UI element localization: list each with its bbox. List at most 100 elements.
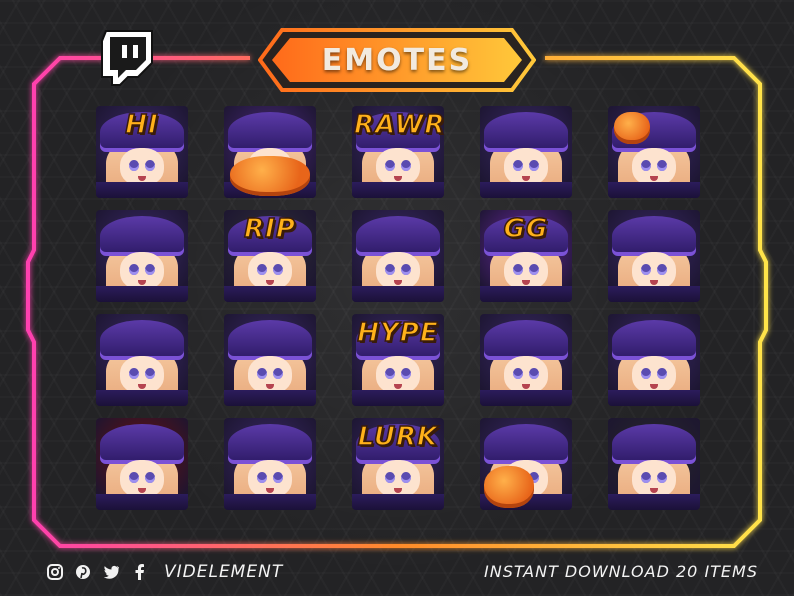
emote-eye bbox=[385, 264, 395, 275]
emote-eye bbox=[273, 368, 283, 379]
emote-eye bbox=[129, 264, 139, 275]
emote-cape bbox=[608, 286, 700, 302]
emote-gg[interactable]: GG bbox=[480, 210, 572, 302]
emote-rip[interactable]: RIP bbox=[224, 210, 316, 302]
emote-demon[interactable] bbox=[96, 418, 188, 510]
witch-hat-icon bbox=[612, 424, 696, 464]
emote-candy[interactable] bbox=[352, 210, 444, 302]
emote-eye bbox=[641, 368, 651, 379]
emote-cape bbox=[608, 390, 700, 406]
witch-hat-icon bbox=[484, 424, 568, 464]
witch-hat-icon bbox=[100, 320, 184, 360]
emote-door-peek[interactable] bbox=[224, 314, 316, 406]
emote-eye bbox=[145, 472, 155, 483]
emote-eye bbox=[657, 368, 667, 379]
witch-hat-icon bbox=[484, 320, 568, 360]
emote-eye bbox=[145, 368, 155, 379]
brand-name: VIDELEMENT bbox=[164, 562, 284, 582]
witch-hat-icon bbox=[228, 320, 312, 360]
emote-grid: HI RAWR RIP GG HYPE LURK bbox=[96, 106, 700, 510]
emote-eye bbox=[385, 472, 395, 483]
emote-hockey-mask[interactable] bbox=[96, 210, 188, 302]
emote-eye bbox=[513, 264, 523, 275]
instagram-icon[interactable] bbox=[46, 563, 64, 581]
emote-cape bbox=[480, 182, 572, 198]
emote-gift[interactable] bbox=[608, 210, 700, 302]
emote-cape bbox=[480, 286, 572, 302]
facebook-icon[interactable] bbox=[130, 563, 148, 581]
emote-cape bbox=[96, 182, 188, 198]
emote-eye bbox=[385, 160, 395, 171]
emote-eye bbox=[641, 264, 651, 275]
emote-eye bbox=[273, 472, 283, 483]
witch-hat-icon bbox=[356, 216, 440, 256]
emote-cape bbox=[352, 494, 444, 510]
emote-eye bbox=[145, 160, 155, 171]
emote-cape bbox=[608, 494, 700, 510]
emote-label: LURK bbox=[357, 421, 439, 453]
emote-hi[interactable]: HI bbox=[96, 106, 188, 198]
emote-eye bbox=[641, 160, 651, 171]
emote-eye bbox=[129, 472, 139, 483]
emote-lurk[interactable]: LURK bbox=[352, 418, 444, 510]
emote-scared[interactable] bbox=[480, 106, 572, 198]
pumpkin-icon bbox=[230, 156, 310, 196]
pumpkin-icon bbox=[614, 112, 650, 144]
witch-hat-icon bbox=[100, 216, 184, 256]
emote-eye bbox=[401, 264, 411, 275]
emote-eye bbox=[657, 160, 667, 171]
twitch-icon bbox=[98, 29, 156, 87]
twitter-icon[interactable] bbox=[102, 563, 120, 581]
emote-eye bbox=[129, 160, 139, 171]
emote-eye bbox=[401, 160, 411, 171]
emote-eye bbox=[129, 368, 139, 379]
emote-eye bbox=[257, 368, 267, 379]
emote-eye bbox=[657, 264, 667, 275]
pinterest-icon[interactable] bbox=[74, 563, 92, 581]
emote-eye bbox=[513, 368, 523, 379]
emote-cape bbox=[608, 182, 700, 198]
emote-label: RAWR bbox=[353, 109, 444, 141]
emote-eye bbox=[385, 368, 395, 379]
witch-hat-icon bbox=[612, 320, 696, 360]
emote-eye bbox=[273, 264, 283, 275]
witch-hat-icon bbox=[228, 424, 312, 464]
witch-hat-icon bbox=[612, 216, 696, 256]
emote-knife-heart[interactable] bbox=[480, 314, 572, 406]
emote-eye bbox=[145, 264, 155, 275]
emote-hype[interactable]: HYPE bbox=[352, 314, 444, 406]
emote-cape bbox=[224, 494, 316, 510]
emote-eye bbox=[401, 472, 411, 483]
witch-hat-icon bbox=[100, 424, 184, 464]
emote-cape bbox=[352, 390, 444, 406]
emote-cape bbox=[224, 286, 316, 302]
emote-rawr[interactable]: RAWR bbox=[352, 106, 444, 198]
emote-pumpkin-bucket[interactable] bbox=[480, 418, 572, 510]
emote-label: HYPE bbox=[357, 317, 439, 349]
emote-cape bbox=[96, 390, 188, 406]
emote-heart-pumpkin[interactable] bbox=[608, 106, 700, 198]
emote-stars[interactable] bbox=[608, 418, 700, 510]
emote-eye bbox=[657, 472, 667, 483]
social-links: VIDELEMENT bbox=[46, 561, 283, 583]
emote-label: HI bbox=[125, 109, 159, 141]
witch-hat-icon bbox=[484, 112, 568, 152]
emote-eye bbox=[641, 472, 651, 483]
emote-gun[interactable] bbox=[224, 418, 316, 510]
emote-eye bbox=[513, 160, 523, 171]
emote-eye bbox=[529, 368, 539, 379]
emote-cape bbox=[96, 494, 188, 510]
emote-eye bbox=[257, 472, 267, 483]
emote-cape bbox=[352, 286, 444, 302]
emote-cry[interactable] bbox=[608, 314, 700, 406]
tagline: INSTANT DOWNLOAD 20 ITEMS bbox=[484, 562, 758, 581]
emote-pumpkin-peek[interactable] bbox=[224, 106, 316, 198]
emote-eye bbox=[257, 264, 267, 275]
emote-label: GG bbox=[503, 213, 549, 245]
emote-eye bbox=[401, 368, 411, 379]
emote-tea[interactable] bbox=[96, 314, 188, 406]
emote-cape bbox=[224, 390, 316, 406]
page-title: EMOTES bbox=[321, 42, 473, 78]
emote-cape bbox=[352, 182, 444, 198]
emote-cape bbox=[96, 286, 188, 302]
